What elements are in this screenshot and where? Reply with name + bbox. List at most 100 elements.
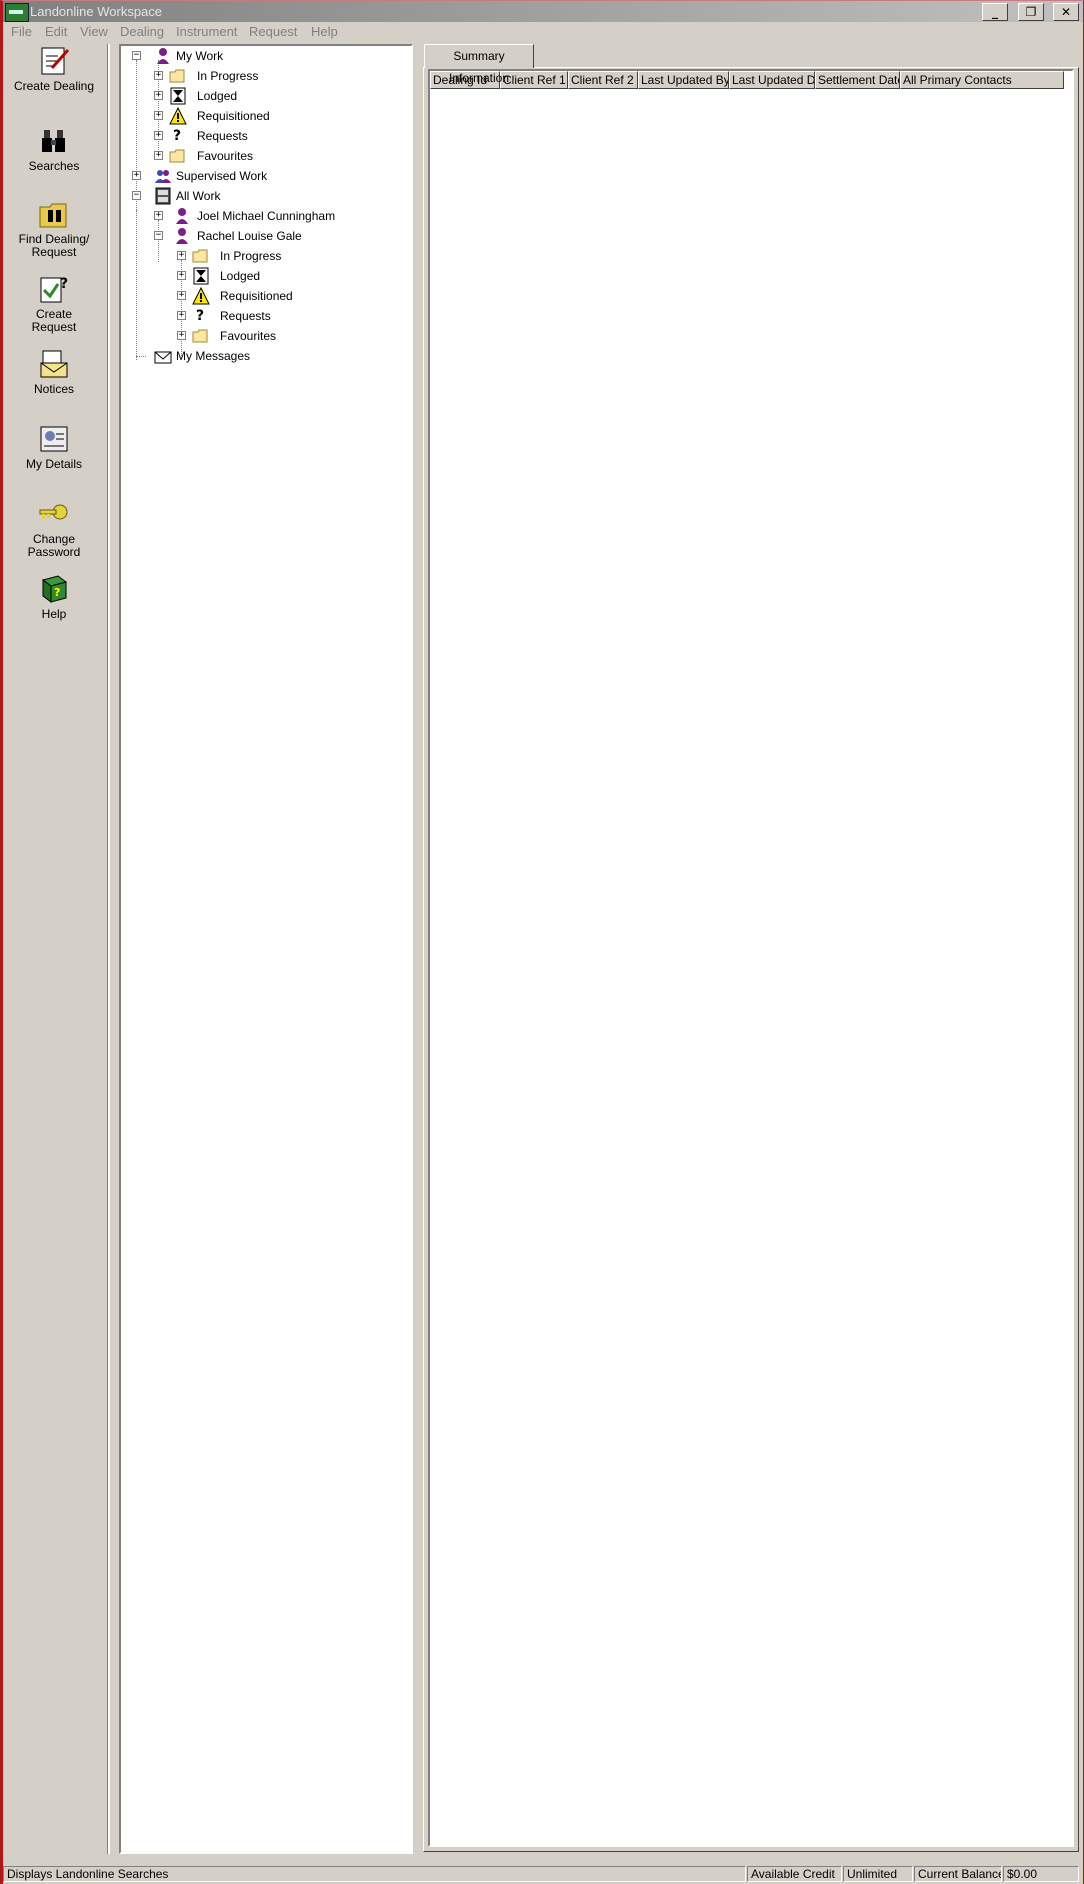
- tree-node-requisitioned[interactable]: + Requisitioned: [151, 107, 351, 125]
- tab-summary-information[interactable]: Summary Information: [424, 44, 534, 85]
- expand-toggle[interactable]: +: [154, 91, 163, 100]
- binoculars-icon: [42, 130, 65, 152]
- my-details-button[interactable]: My Details: [4, 424, 104, 471]
- column-header-client-ref-2[interactable]: Client Ref 2: [568, 71, 638, 89]
- group-icon: [155, 170, 171, 183]
- tree-label: Supervised Work: [176, 169, 268, 183]
- expand-toggle[interactable]: +: [154, 131, 163, 140]
- tree-line: [136, 210, 137, 360]
- collapse-toggle[interactable]: −: [132, 191, 141, 200]
- change-password-label-2: Password: [27, 545, 81, 559]
- expand-toggle[interactable]: +: [177, 291, 186, 300]
- menu-dealing[interactable]: Dealing: [120, 24, 164, 39]
- menu-edit[interactable]: Edit: [45, 24, 67, 39]
- searches-button[interactable]: Searches: [4, 126, 104, 173]
- status-message: Displays Landonline Searches: [3, 1866, 746, 1882]
- help-button[interactable]: ? Help: [4, 574, 104, 621]
- tree-node-all-work[interactable]: − All Work: [129, 187, 329, 205]
- find-dealing-button[interactable]: Find Dealing/ Request: [4, 199, 104, 259]
- collapse-toggle[interactable]: −: [154, 231, 163, 240]
- menu-view[interactable]: View: [80, 24, 108, 39]
- help-label: Help: [41, 607, 67, 621]
- tree-label: In Progress: [197, 69, 259, 83]
- tree-node-user-joel[interactable]: + Joel Michael Cunningham: [151, 207, 371, 225]
- folder-icon: [169, 149, 185, 163]
- tree-node-in-progress[interactable]: + In Progress: [174, 247, 374, 265]
- menu-instrument[interactable]: Instrument: [176, 24, 237, 39]
- tree-node-my-work[interactable]: − My Work: [129, 47, 329, 65]
- user-icon: [157, 48, 169, 64]
- tree-label: Requisitioned: [197, 109, 270, 123]
- tree-node-requisitioned[interactable]: + Requisitioned: [174, 287, 374, 305]
- my-details-label: My Details: [25, 457, 82, 471]
- tree-label: Lodged: [197, 89, 238, 103]
- tree-node-in-progress[interactable]: + In Progress: [151, 67, 351, 85]
- close-button[interactable]: ✕: [1053, 3, 1079, 21]
- find-dealing-label-1: Find Dealing/: [18, 232, 90, 246]
- warning-icon: [169, 107, 187, 125]
- tree-node-supervised-work[interactable]: + Supervised Work: [129, 167, 329, 185]
- expand-toggle[interactable]: +: [177, 251, 186, 260]
- expand-toggle[interactable]: +: [177, 271, 186, 280]
- dealings-list[interactable]: Dealing Id Client Ref 1 Client Ref 2 Las…: [428, 69, 1074, 1847]
- available-credit-value: Unlimited: [843, 1866, 913, 1882]
- expand-toggle[interactable]: +: [132, 171, 141, 180]
- tree-label: Favourites: [197, 149, 254, 163]
- minimize-button[interactable]: _: [982, 3, 1008, 21]
- column-header-settlement-date[interactable]: Settlement Date: [815, 71, 900, 89]
- create-dealing-button[interactable]: Create Dealing: [4, 46, 104, 93]
- notices-icon: [40, 350, 68, 378]
- tree-label: Favourites: [220, 329, 277, 343]
- expand-toggle[interactable]: +: [154, 211, 163, 220]
- cabinet-icon: [155, 187, 171, 205]
- menu-file[interactable]: File: [11, 24, 32, 39]
- hourglass-icon: [170, 87, 186, 105]
- key-icon: [39, 504, 68, 520]
- tree-node-lodged[interactable]: + Lodged: [151, 87, 351, 105]
- title-bar: Landonline Workspace _ ❐ ✕: [3, 1, 1083, 22]
- column-header-last-updated-date[interactable]: Last Updated Dat: [729, 71, 815, 89]
- expand-toggle[interactable]: +: [154, 71, 163, 80]
- user-icon: [176, 228, 188, 244]
- create-request-label-1: Create: [35, 307, 73, 321]
- tree-node-user-rachel[interactable]: − Rachel Louise Gale: [151, 227, 371, 245]
- window-title: Landonline Workspace: [30, 4, 163, 19]
- menu-request[interactable]: Request: [249, 24, 297, 39]
- expand-toggle[interactable]: +: [177, 331, 186, 340]
- tree-node-requests[interactable]: + ? Requests: [174, 307, 374, 325]
- folder-icon: [169, 69, 185, 83]
- searches-label: Searches: [28, 159, 80, 173]
- left-toolbar: Create Dealing Searches Find Dealing/ Re…: [4, 44, 110, 1854]
- column-header-all-primary-contacts[interactable]: All Primary Contacts: [900, 71, 1064, 89]
- help-book-icon: ?: [41, 575, 68, 603]
- tree-node-lodged[interactable]: + Lodged: [174, 267, 374, 285]
- svg-text:?: ?: [60, 276, 68, 292]
- collapse-toggle[interactable]: −: [132, 51, 141, 60]
- tree-node-favourites[interactable]: + Favourites: [174, 327, 374, 345]
- column-header-last-updated-by[interactable]: Last Updated By: [638, 71, 729, 89]
- create-dealing-label: Create Dealing: [13, 79, 95, 93]
- tree-node-my-messages[interactable]: My Messages: [129, 347, 329, 365]
- current-balance-label: Current Balance: [914, 1866, 1002, 1882]
- column-header-client-ref-1[interactable]: Client Ref 1: [500, 71, 568, 89]
- expand-toggle[interactable]: +: [177, 311, 186, 320]
- user-icon: [176, 208, 188, 224]
- notices-button[interactable]: Notices: [4, 349, 104, 396]
- expand-toggle[interactable]: +: [154, 111, 163, 120]
- tree-label: Rachel Louise Gale: [197, 229, 302, 243]
- warning-icon: [192, 287, 210, 305]
- tree-label: Requests: [220, 309, 271, 323]
- work-tree[interactable]: − My Work + In Progress + Lodged + Requi…: [119, 44, 413, 1854]
- tree-node-favourites[interactable]: + Favourites: [151, 147, 351, 165]
- find-folder-icon: [39, 203, 67, 228]
- create-request-button[interactable]: ? Create Request: [4, 274, 104, 334]
- app-icon[interactable]: [5, 3, 29, 22]
- menu-help[interactable]: Help: [311, 24, 338, 39]
- restore-button[interactable]: ❐: [1018, 3, 1044, 21]
- envelope-icon: [154, 351, 172, 364]
- expand-toggle[interactable]: +: [154, 151, 163, 160]
- folder-icon: [192, 329, 208, 343]
- tree-node-requests[interactable]: + ? Requests: [151, 127, 351, 145]
- change-password-button[interactable]: Change Password: [4, 499, 104, 559]
- change-password-label-1: Change: [32, 532, 76, 546]
